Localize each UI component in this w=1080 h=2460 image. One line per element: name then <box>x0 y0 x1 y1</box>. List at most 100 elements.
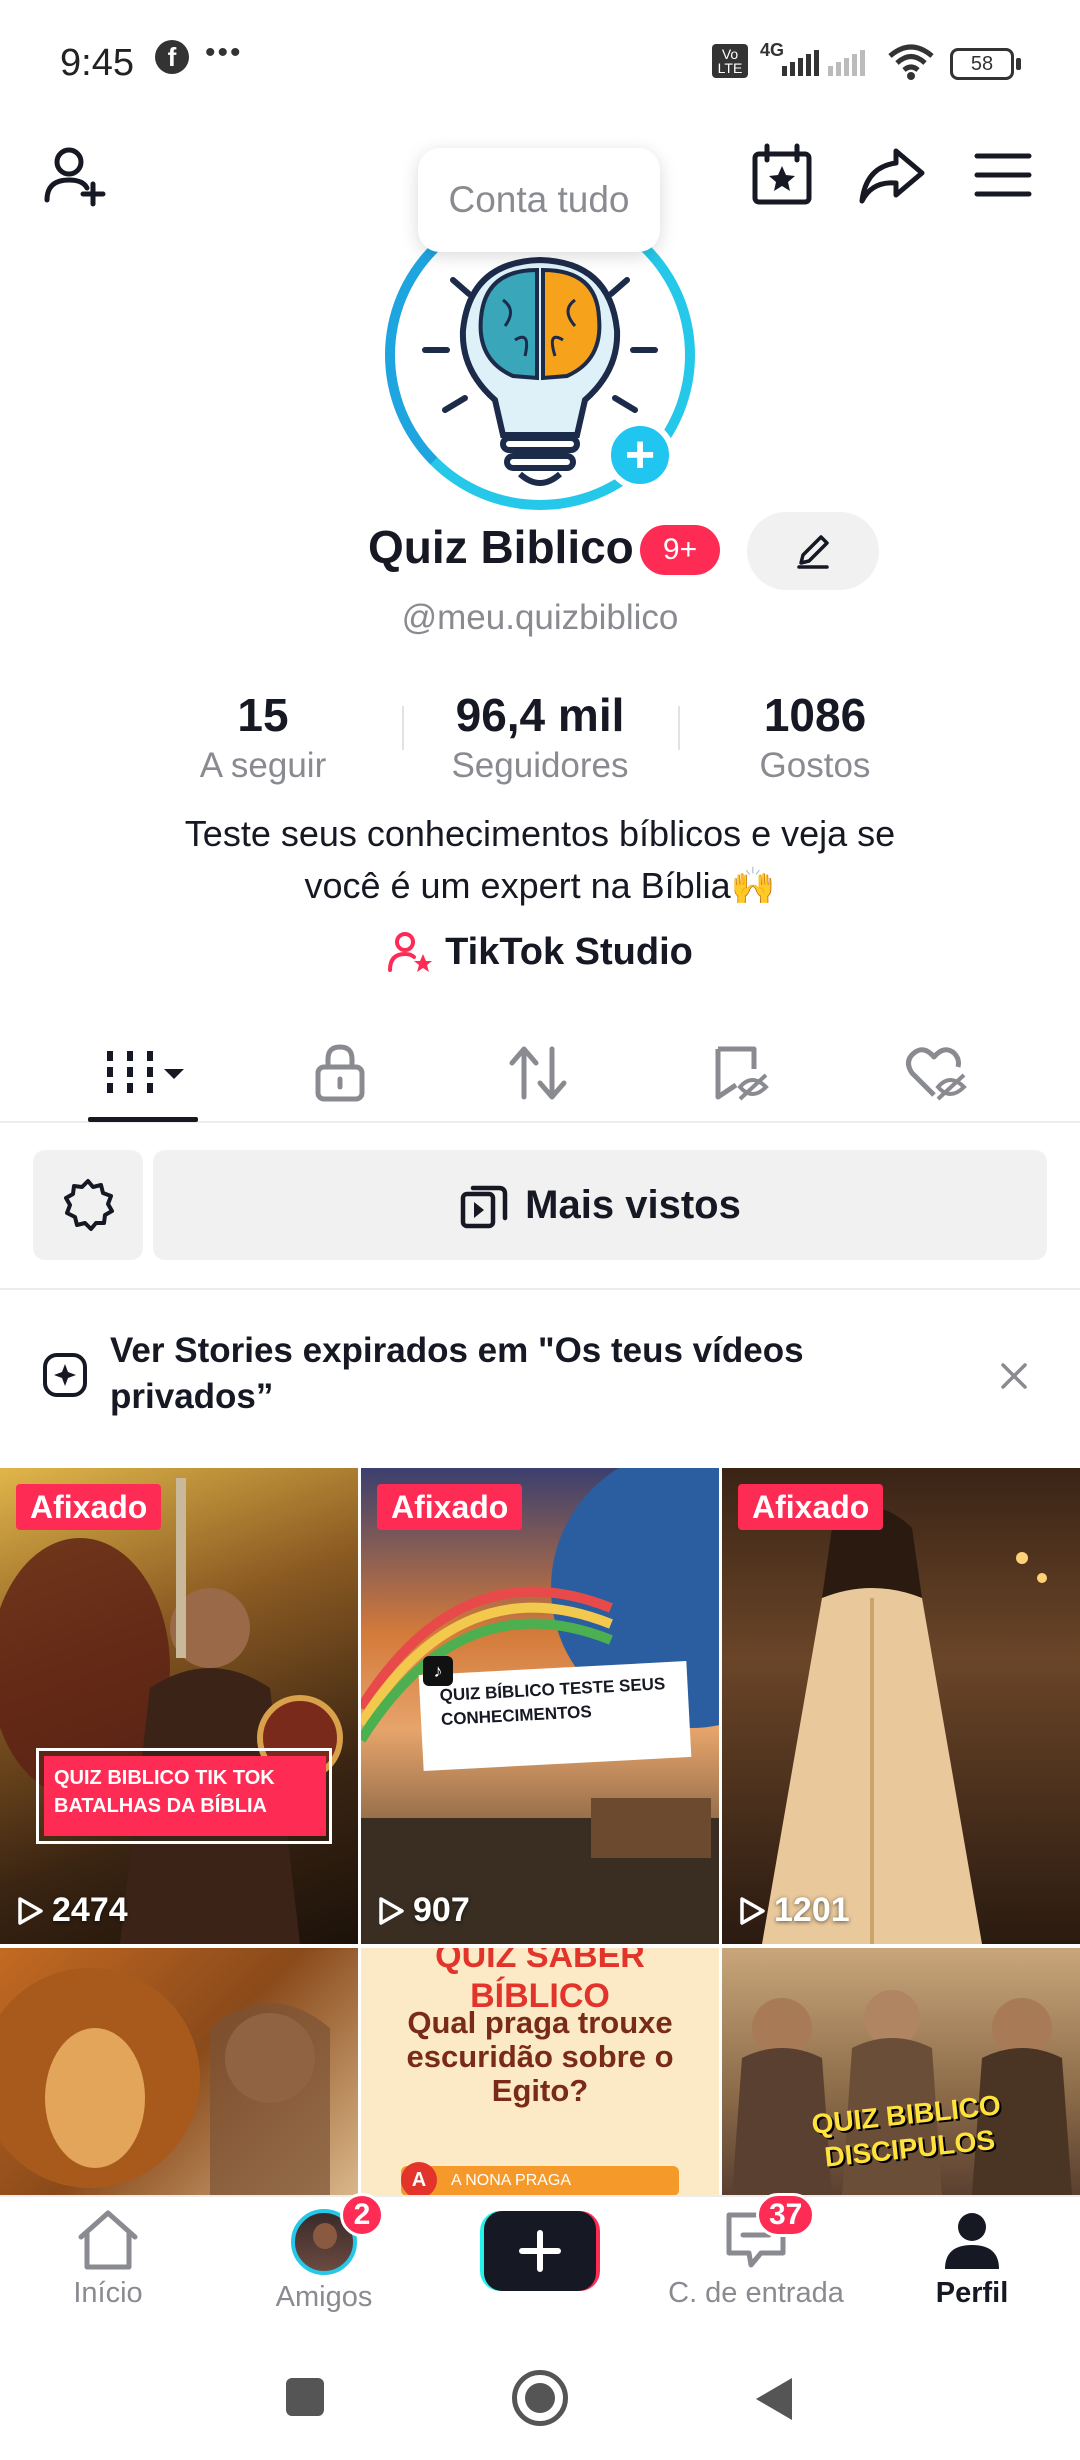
stat-followers[interactable]: 96,4 mil Seguidores <box>410 688 670 786</box>
facebook-icon: f <box>155 40 189 74</box>
tiktok-studio-link[interactable]: TikTok Studio <box>0 930 1080 974</box>
plus-icon: + <box>624 426 656 484</box>
edit-profile-button[interactable] <box>747 512 879 590</box>
calendar-button[interactable] <box>742 135 822 215</box>
home-icon <box>78 2210 138 2270</box>
quiz-option-letter: A <box>401 2162 437 2195</box>
tooltip-text: Conta tudo <box>448 179 630 220</box>
profile-handle: @meu.quizbiblico <box>401 598 679 637</box>
gear-icon <box>64 1179 114 1231</box>
video-thumbnail <box>0 1478 343 1944</box>
play-outline-icon <box>740 1896 765 1925</box>
video-tile[interactable]: QUIZ SABER BÍBLICO Qual praga trouxe esc… <box>361 1948 719 2195</box>
pencil-icon <box>797 535 829 569</box>
create-button[interactable] <box>480 2211 600 2291</box>
video-tile[interactable]: QUIZ BIBLICO DISCIPULOS <box>722 1948 1080 2195</box>
badge-count: 9+ <box>662 533 698 566</box>
menu-button[interactable] <box>963 135 1043 215</box>
nav-inbox[interactable]: C. de entrada <box>648 2209 864 2310</box>
view-count-value: 907 <box>413 1891 470 1929</box>
battery-icon: 58 <box>950 48 1014 80</box>
volte-icon: Vo LTE <box>712 44 748 78</box>
nav-friends[interactable]: Amigos <box>216 2209 432 2314</box>
video-tile[interactable]: QUIZ BÍBLICO TESTE SEUS CONHECIMENTOS ♪ … <box>361 1468 719 1944</box>
tab-favorites[interactable] <box>680 1025 800 1121</box>
friends-badge-count: 2 <box>353 2198 371 2231</box>
recents-square-icon[interactable] <box>286 2378 324 2416</box>
nav-label: C. de entrada <box>668 2277 844 2309</box>
filter-settings-button[interactable] <box>33 1150 143 1260</box>
nav-home[interactable]: Início <box>0 2209 216 2310</box>
studio-person-star-icon <box>388 932 433 972</box>
home-circle-icon[interactable] <box>512 2370 568 2426</box>
stat-value: 15 <box>237 689 289 741</box>
stat-following[interactable]: 15 A seguir <box>133 688 393 786</box>
bio-line: você é um expert na Bíblia🙌 <box>304 865 776 906</box>
close-icon <box>1001 1363 1027 1389</box>
inbox-badge: 37 <box>756 2193 816 2237</box>
stat-divider <box>678 706 680 750</box>
add-story-button[interactable]: + <box>605 420 675 490</box>
tab-private[interactable] <box>280 1025 400 1121</box>
plus-icon <box>519 2230 561 2272</box>
lock-icon <box>315 1044 365 1102</box>
sort-label: Mais vistos <box>525 1182 741 1227</box>
notification-badge[interactable]: 9+ <box>640 525 720 575</box>
tooltip-bubble: Conta tudo <box>418 148 660 252</box>
close-banner-button[interactable] <box>994 1356 1034 1396</box>
back-triangle-icon[interactable] <box>752 2374 796 2424</box>
view-count-value: 2474 <box>52 1891 128 1929</box>
nav-profile[interactable]: Perfil <box>864 2209 1080 2310</box>
signal-weak-icon <box>828 50 865 76</box>
stat-likes[interactable]: 1086 Gostos <box>685 688 945 786</box>
sort-most-viewed-button[interactable]: Mais vistos <box>153 1150 1047 1260</box>
nav-label: Amigos <box>275 2281 373 2313</box>
view-count-value: 1201 <box>774 1891 850 1929</box>
tab-reposts[interactable] <box>478 1025 598 1121</box>
video-tile[interactable]: QUIZ BIBLICO TIK TOK BATALHAS DA BÍBLIA … <box>0 1468 358 1944</box>
quiz-question: Qual praga trouxe escuridão sobre o Egit… <box>406 2005 674 2108</box>
video-overlay-text: QUIZ BÍBLICO TESTE SEUS CONHECIMENTOS <box>418 1661 692 1771</box>
status-time: 9:45 <box>60 42 134 84</box>
video-thumbnail <box>0 1968 330 2195</box>
video-overlay-text: QUIZ BIBLICO TIK TOK BATALHAS DA BÍBLIA <box>44 1756 326 1836</box>
bottom-navigation: Início Amigos 2 C. de entrada 37 Perfil <box>0 2193 1080 2340</box>
tab-videos[interactable] <box>84 1025 204 1121</box>
tiktok-logo-icon: ♪ <box>423 1656 453 1686</box>
nav-label: Início <box>73 2277 143 2309</box>
calendar-star-icon <box>752 143 812 205</box>
active-tab-indicator <box>88 1117 198 1122</box>
stat-label: A seguir <box>199 746 327 785</box>
profile-bio: Teste seus conhecimentos bíblicos e veja… <box>90 808 990 912</box>
stories-banner-text[interactable]: Ver Stories expirados em "Os teus vídeos… <box>110 1328 910 1420</box>
friends-badge: 2 <box>340 2193 384 2237</box>
quiz-option: A NONA PRAGA <box>401 2166 679 2195</box>
play-stack-icon <box>460 1185 508 1229</box>
pinned-badge: Afixado <box>377 1484 523 1530</box>
bio-line: Teste seus conhecimentos bíblicos e veja… <box>184 813 896 854</box>
system-navigation-bar <box>0 2340 1080 2460</box>
share-profile-button[interactable] <box>852 135 932 215</box>
add-friend-button[interactable] <box>36 135 116 215</box>
battery-level: 58 <box>970 52 994 75</box>
nav-label: Perfil <box>935 2277 1009 2309</box>
video-tile[interactable]: Afixado 1201 <box>722 1468 1080 1944</box>
profile-name: Quiz Biblico <box>368 521 634 573</box>
tab-liked[interactable] <box>876 1025 996 1121</box>
status-bar: 9:45 f ••• Vo LTE 4G 58 <box>0 0 1080 130</box>
share-arrow-icon <box>859 148 925 204</box>
video-thumbnail <box>762 1508 1047 1944</box>
repost-icon <box>509 1046 567 1100</box>
grid-bars-icon <box>107 1051 184 1095</box>
home-circle-dot <box>525 2383 555 2413</box>
bookmark-hidden-icon <box>715 1046 769 1101</box>
inbox-badge-count: 37 <box>769 2198 803 2231</box>
stat-value: 96,4 mil <box>455 689 625 741</box>
person-plus-icon <box>44 147 106 207</box>
heart-hidden-icon <box>906 1047 967 1101</box>
video-tile[interactable] <box>0 1948 358 2195</box>
wifi-icon <box>888 44 934 80</box>
stat-divider <box>402 706 404 750</box>
view-count: 907 <box>377 1891 470 1930</box>
person-icon <box>945 2213 999 2269</box>
